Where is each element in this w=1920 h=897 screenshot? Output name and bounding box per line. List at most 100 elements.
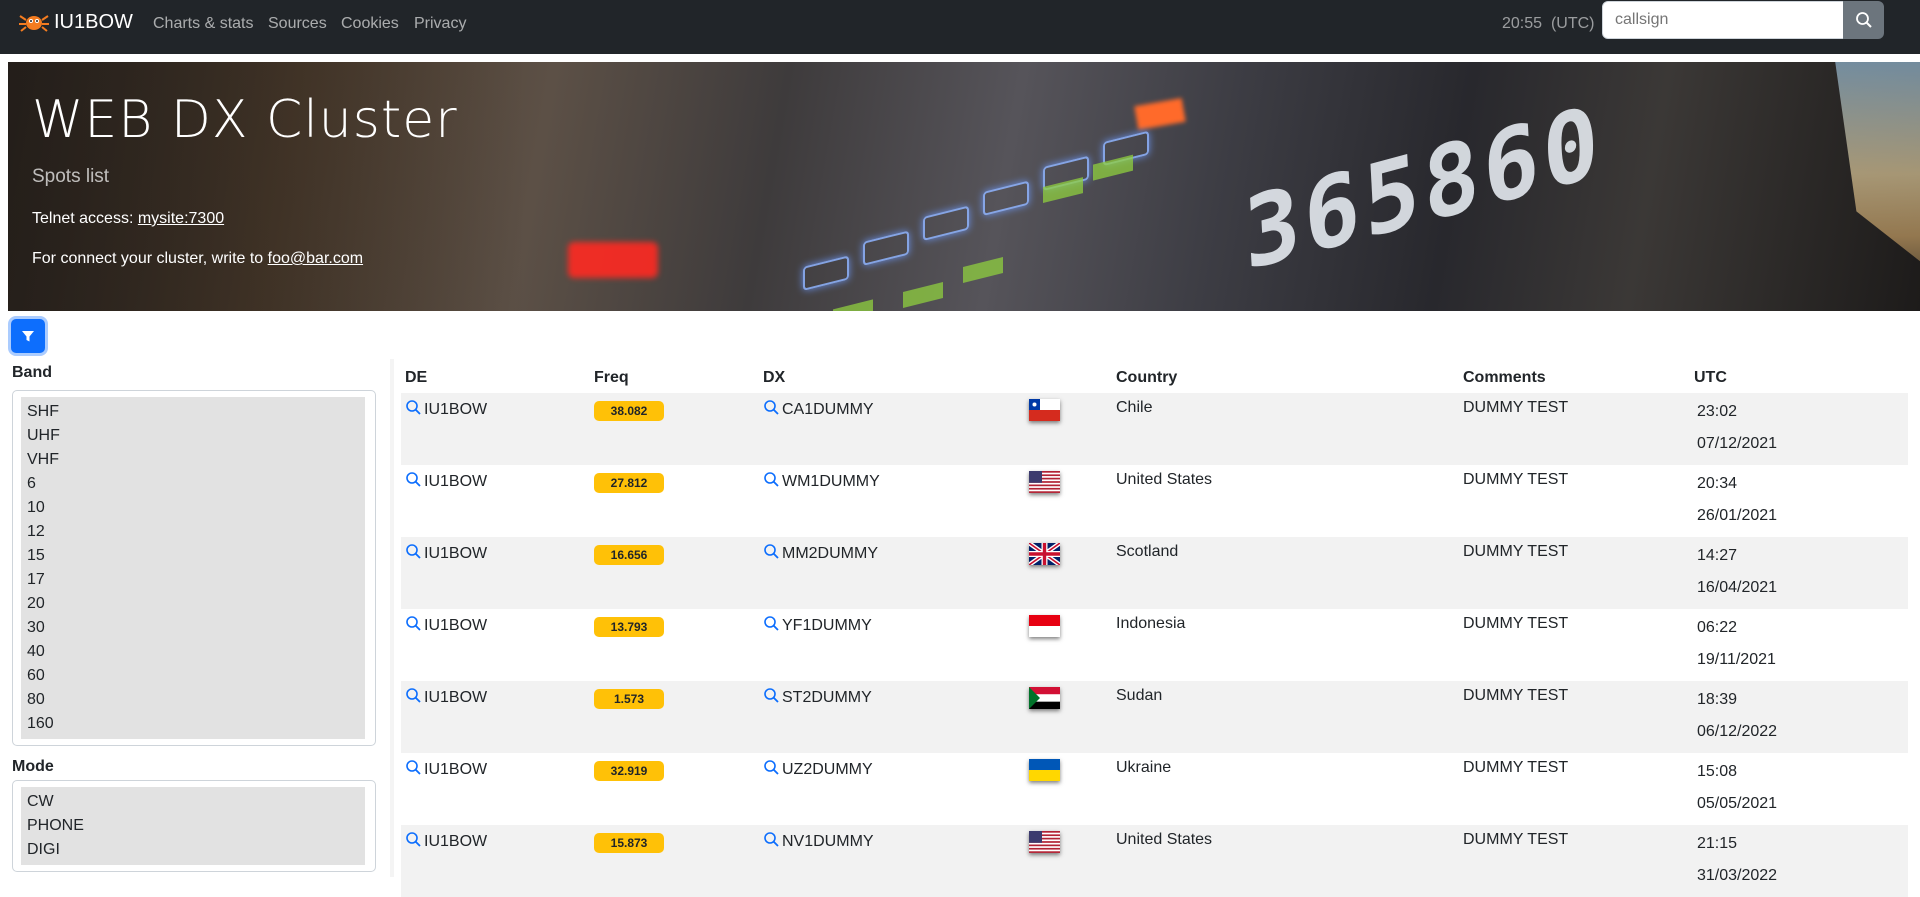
search-icon <box>764 688 779 703</box>
de-callsign: IU1BOW <box>424 617 488 634</box>
dx-callsign-link[interactable]: UZ2DUMMY <box>763 759 873 779</box>
band-option[interactable]: 6 <box>27 472 359 496</box>
nav-sources[interactable]: Sources <box>268 15 327 33</box>
de-callsign-link[interactable]: IU1BOW <box>405 687 487 707</box>
search-icon <box>764 472 779 487</box>
search-icon <box>406 544 421 559</box>
freq-badge: 13.793 <box>594 617 664 637</box>
dx-callsign-link[interactable]: ST2DUMMY <box>763 687 872 707</box>
de-callsign-link[interactable]: IU1BOW <box>405 831 487 851</box>
header-freq: Freq <box>594 369 629 386</box>
band-option[interactable]: 30 <box>27 616 359 640</box>
telnet-label: Telnet access: <box>32 210 134 227</box>
country: Scotland <box>1116 543 1179 560</box>
de-callsign-link[interactable]: IU1BOW <box>405 615 487 635</box>
page-subtitle: Spots list <box>32 166 110 187</box>
filter-icon <box>22 331 34 342</box>
search-button[interactable] <box>1843 1 1884 39</box>
radio-frequency-display: 365860 <box>1241 82 1606 294</box>
de-callsign-link[interactable]: IU1BOW <box>405 759 487 779</box>
header-dx: DX <box>763 369 786 386</box>
de-callsign-link[interactable]: IU1BOW <box>405 471 487 491</box>
utc-date: 19/11/2021 <box>1697 651 1776 668</box>
contact-email-link[interactable]: foo@bar.com <box>268 250 363 267</box>
mode-label: Mode <box>12 758 54 775</box>
search-icon <box>406 688 421 703</box>
dx-callsign-link[interactable]: MM2DUMMY <box>763 543 878 563</box>
dx-callsign-link[interactable]: CA1DUMMY <box>763 399 874 419</box>
dx-callsign-link[interactable]: NV1DUMMY <box>763 831 874 851</box>
telnet-link[interactable]: mysite:7300 <box>138 210 224 227</box>
band-option[interactable]: 20 <box>27 592 359 616</box>
radio-button-panel <box>793 115 1173 311</box>
radio-red-light <box>568 242 658 278</box>
band-option[interactable]: SHF <box>27 400 359 424</box>
filter-toggle-button[interactable] <box>11 319 45 353</box>
indonesia-flag-icon <box>1029 615 1060 637</box>
header-country: Country <box>1116 369 1178 386</box>
de-callsign-link[interactable]: IU1BOW <box>405 543 487 563</box>
utc-time: 20:34 <box>1697 475 1738 492</box>
band-option[interactable]: 12 <box>27 520 359 544</box>
de-callsign: IU1BOW <box>424 545 488 562</box>
band-option[interactable]: 10 <box>27 496 359 520</box>
chile-flag-icon <box>1029 399 1060 421</box>
callsign-search-input[interactable] <box>1602 1 1844 39</box>
de-callsign-link[interactable]: IU1BOW <box>405 399 487 419</box>
band-option[interactable]: 80 <box>27 688 359 712</box>
dx-callsign-link[interactable]: WM1DUMMY <box>763 471 880 491</box>
dx-callsign-link[interactable]: YF1DUMMY <box>763 615 872 635</box>
utc-date: 31/03/2022 <box>1697 867 1778 884</box>
table-row: IU1BOW 16.656 MM2DUMMY Scotland DUMMY TEST 14… <box>401 537 1908 609</box>
freq-badge: 27.812 <box>594 473 664 493</box>
header-comments: Comments <box>1463 369 1546 386</box>
mode-option[interactable]: PHONE <box>27 814 359 838</box>
country: Sudan <box>1116 687 1163 704</box>
band-select[interactable]: SHF UHF VHF 6 10 12 15 17 20 30 40 60 80 160 <box>12 390 376 746</box>
utc-time: 14:27 <box>1697 547 1738 564</box>
clock-timezone: (UTC) <box>1550 15 1595 32</box>
utc-time: 21:15 <box>1697 835 1738 852</box>
search-icon <box>764 760 779 775</box>
nav-charts-stats[interactable]: Charts & stats <box>153 15 253 33</box>
dx-callsign: UZ2DUMMY <box>782 761 873 778</box>
search-icon <box>764 832 779 847</box>
country: Chile <box>1116 399 1153 416</box>
search-icon <box>1855 12 1872 28</box>
hero-banner: 365860 WEB DX Cluster Spots list Telnet … <box>8 62 1920 311</box>
de-callsign: IU1BOW <box>424 761 488 778</box>
band-option[interactable]: 40 <box>27 640 359 664</box>
band-option[interactable]: 15 <box>27 544 359 568</box>
nav-cookies[interactable]: Cookies <box>341 15 399 33</box>
table-row: IU1BOW 38.082 CA1DUMMY Chile DUMMY TEST 23:02… <box>401 393 1908 465</box>
freq-badge: 32.919 <box>594 761 664 781</box>
mode-option[interactable]: DIGI <box>27 838 359 862</box>
sudan-flag-icon <box>1029 687 1060 709</box>
de-callsign: IU1BOW <box>424 401 488 418</box>
band-option[interactable]: 60 <box>27 664 359 688</box>
band-option[interactable]: UHF <box>27 424 359 448</box>
mode-option[interactable]: CW <box>27 790 359 814</box>
comment: DUMMY TEST <box>1463 399 1569 416</box>
table-row: IU1BOW 13.793 YF1DUMMY Indonesia DUMMY TEST 0… <box>401 609 1908 681</box>
band-option[interactable]: 160 <box>27 712 359 736</box>
dx-callsign: ST2DUMMY <box>782 689 872 706</box>
nav-privacy[interactable]: Privacy <box>414 15 466 33</box>
dx-callsign: NV1DUMMY <box>782 833 874 850</box>
header-de: DE <box>405 369 428 386</box>
country: United States <box>1116 471 1213 488</box>
band-option[interactable]: 17 <box>27 568 359 592</box>
ukraine-flag-icon <box>1029 759 1060 781</box>
band-label: Band <box>12 364 52 381</box>
page-title: WEB DX Cluster <box>32 90 458 150</box>
country: United States <box>1116 831 1213 848</box>
mode-select[interactable]: CW PHONE DIGI <box>12 780 376 872</box>
utc-time: 06:22 <box>1697 619 1738 636</box>
search-icon <box>764 616 779 631</box>
filter-sidebar: Band SHF UHF VHF 6 10 12 15 17 20 30 40 60 80 160 Mod… <box>8 359 388 877</box>
comment: DUMMY TEST <box>1463 615 1569 632</box>
brand-link[interactable]: IU1BOW <box>18 10 133 34</box>
mode-options: CW PHONE DIGI <box>21 787 365 865</box>
band-option[interactable]: VHF <box>27 448 359 472</box>
utc-date: 05/05/2021 <box>1697 795 1778 812</box>
